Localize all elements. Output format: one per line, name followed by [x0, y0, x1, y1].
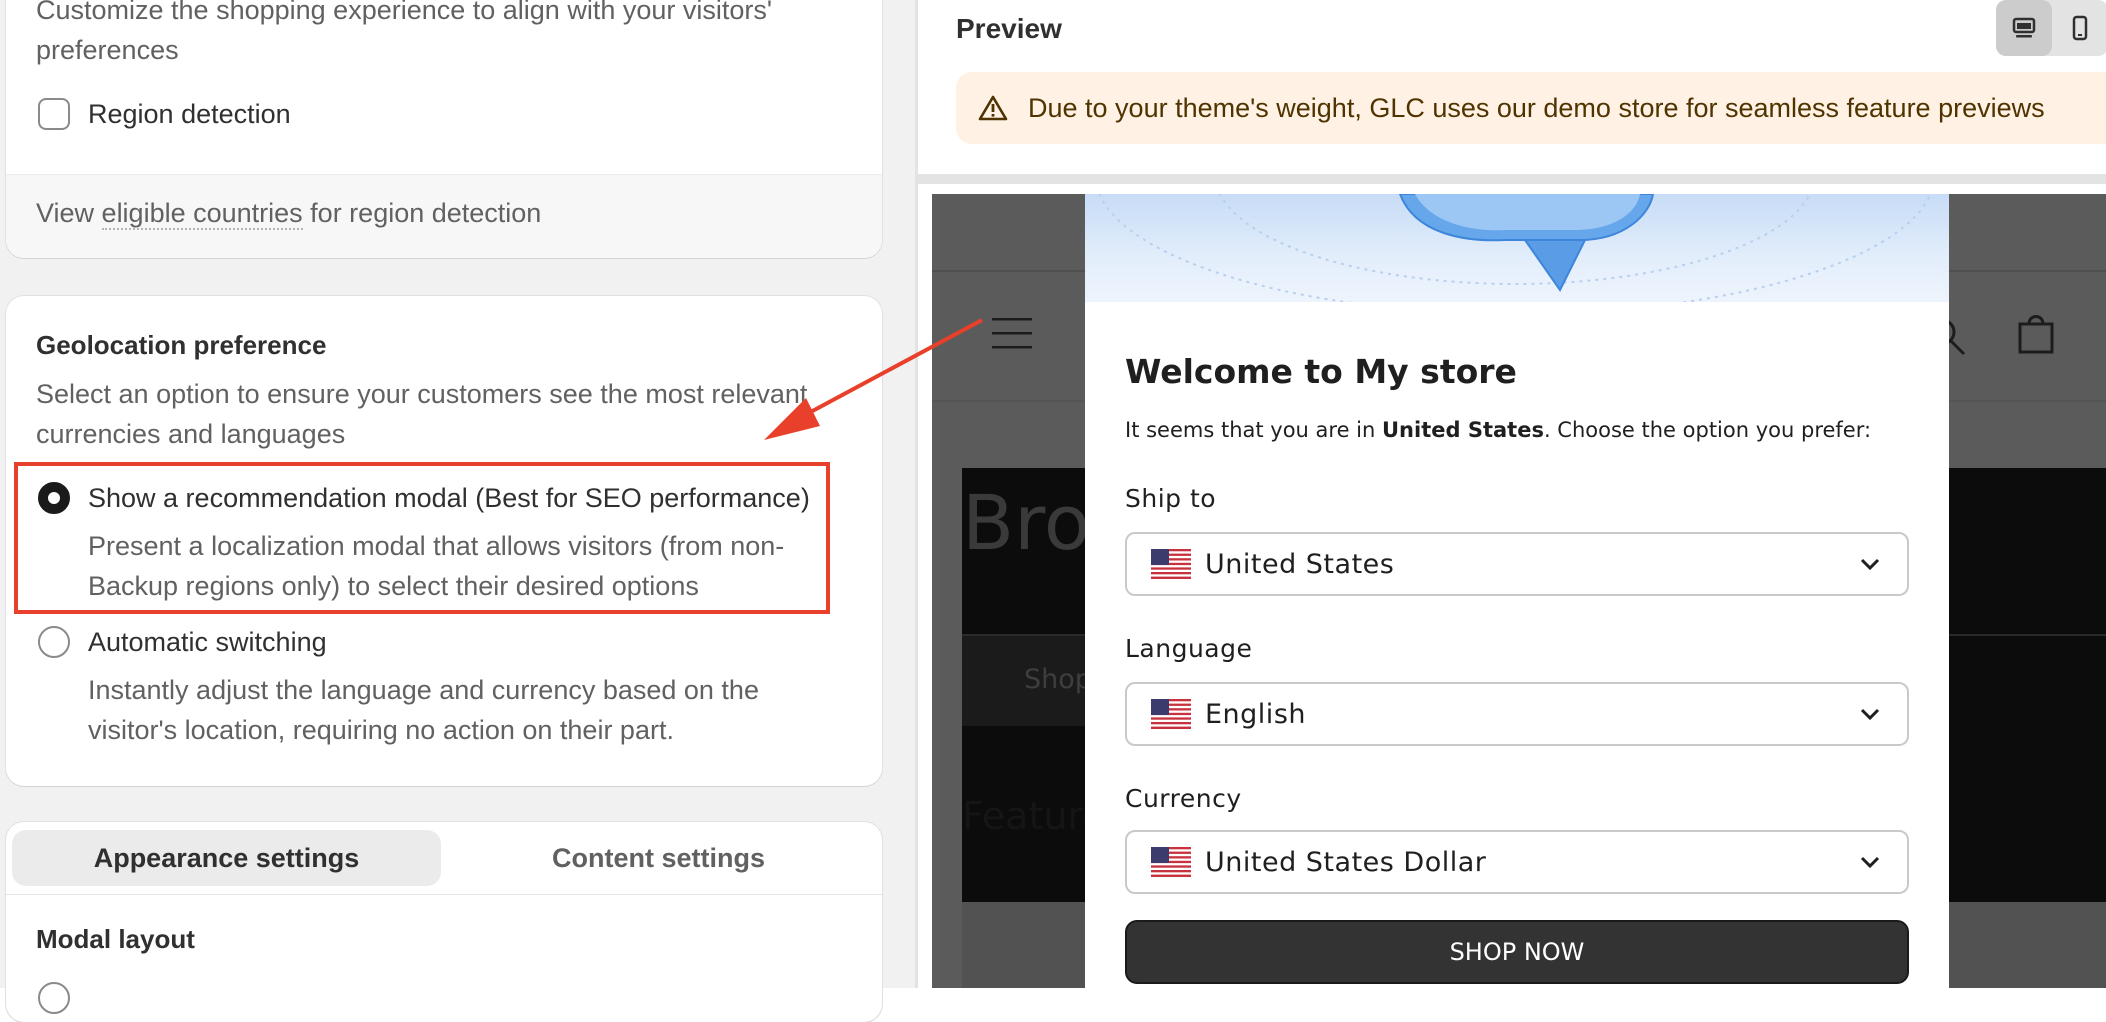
annotation-arrow-icon — [764, 318, 983, 440]
